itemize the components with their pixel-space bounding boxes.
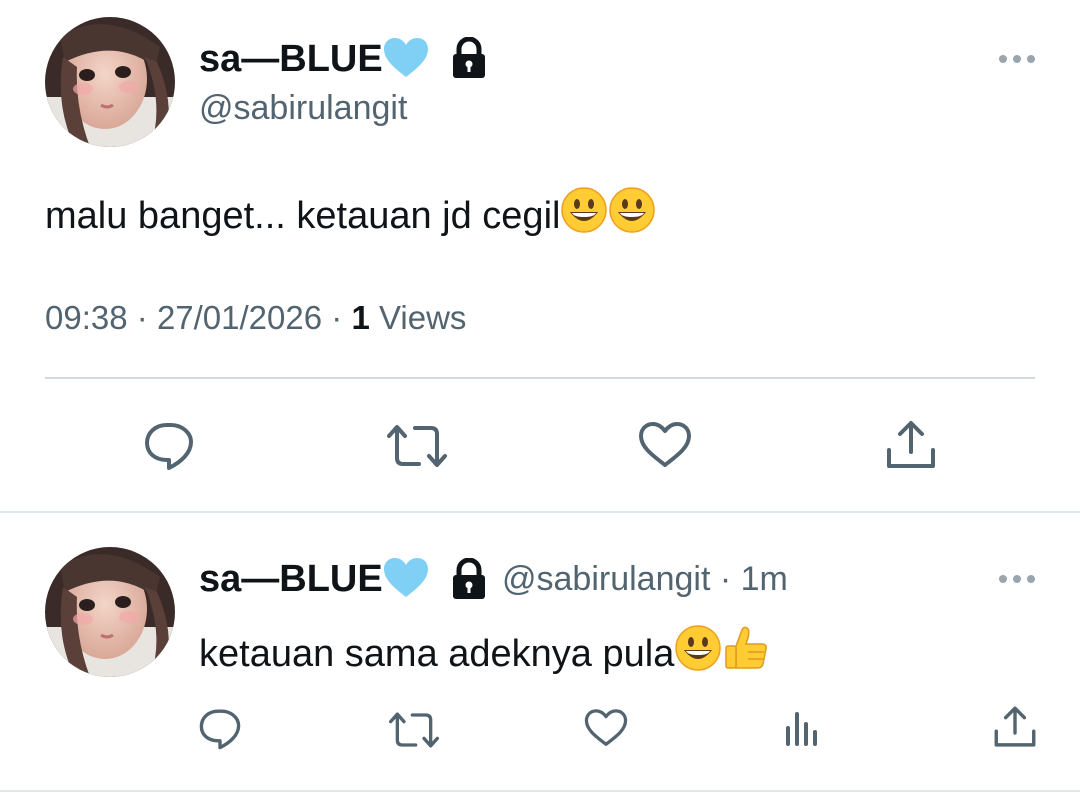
share-icon[interactable]: [992, 704, 1038, 750]
share-icon[interactable]: [884, 418, 938, 472]
tweet-time[interactable]: 09:38: [45, 299, 128, 336]
grinning-face-icon: [608, 186, 656, 246]
tweet-text: malu banget... ketauan jd cegil: [45, 186, 656, 246]
like-icon[interactable]: [638, 421, 692, 469]
display-name[interactable]: sa—BLUE: [199, 37, 429, 89]
retweet-icon[interactable]: [385, 422, 449, 470]
views-analytics-icon[interactable]: [785, 708, 821, 746]
reply-icon[interactable]: [143, 420, 195, 472]
reply-more-options-icon[interactable]: [998, 572, 1036, 586]
lock-icon: [450, 37, 488, 79]
retweet-icon[interactable]: [387, 710, 441, 750]
user-handle[interactable]: @sabirulangit: [199, 88, 407, 128]
section-divider: [0, 511, 1080, 513]
thumbs-up-icon: [722, 624, 770, 684]
grinning-face-icon: [674, 624, 722, 684]
like-icon[interactable]: [584, 708, 628, 748]
reply-handle[interactable]: @sabirulangit: [502, 560, 710, 598]
views-label[interactable]: Views: [379, 299, 466, 336]
light-blue-heart-icon: [383, 557, 429, 609]
avatar[interactable]: [45, 17, 175, 147]
tweet-date[interactable]: 27/01/2026: [157, 299, 322, 336]
reply-timestamp[interactable]: 1m: [741, 560, 788, 598]
reply-icon[interactable]: [198, 707, 242, 751]
reply-avatar[interactable]: [45, 547, 175, 677]
reply-handle-line: @sabirulangit · 1m: [502, 560, 788, 598]
light-blue-heart-icon: [383, 37, 429, 89]
tweet-meta: 09:38 · 27/01/2026 · 1 Views: [45, 299, 467, 336]
reply-text: ketauan sama adeknya pula: [199, 624, 770, 684]
more-options-icon[interactable]: [998, 52, 1036, 66]
reply-display-name[interactable]: sa—BLUE: [199, 557, 429, 609]
lock-icon: [450, 558, 488, 600]
bottom-divider: [0, 790, 1080, 792]
grinning-face-icon: [560, 186, 608, 246]
divider: [45, 377, 1035, 379]
views-count: 1: [351, 299, 370, 336]
